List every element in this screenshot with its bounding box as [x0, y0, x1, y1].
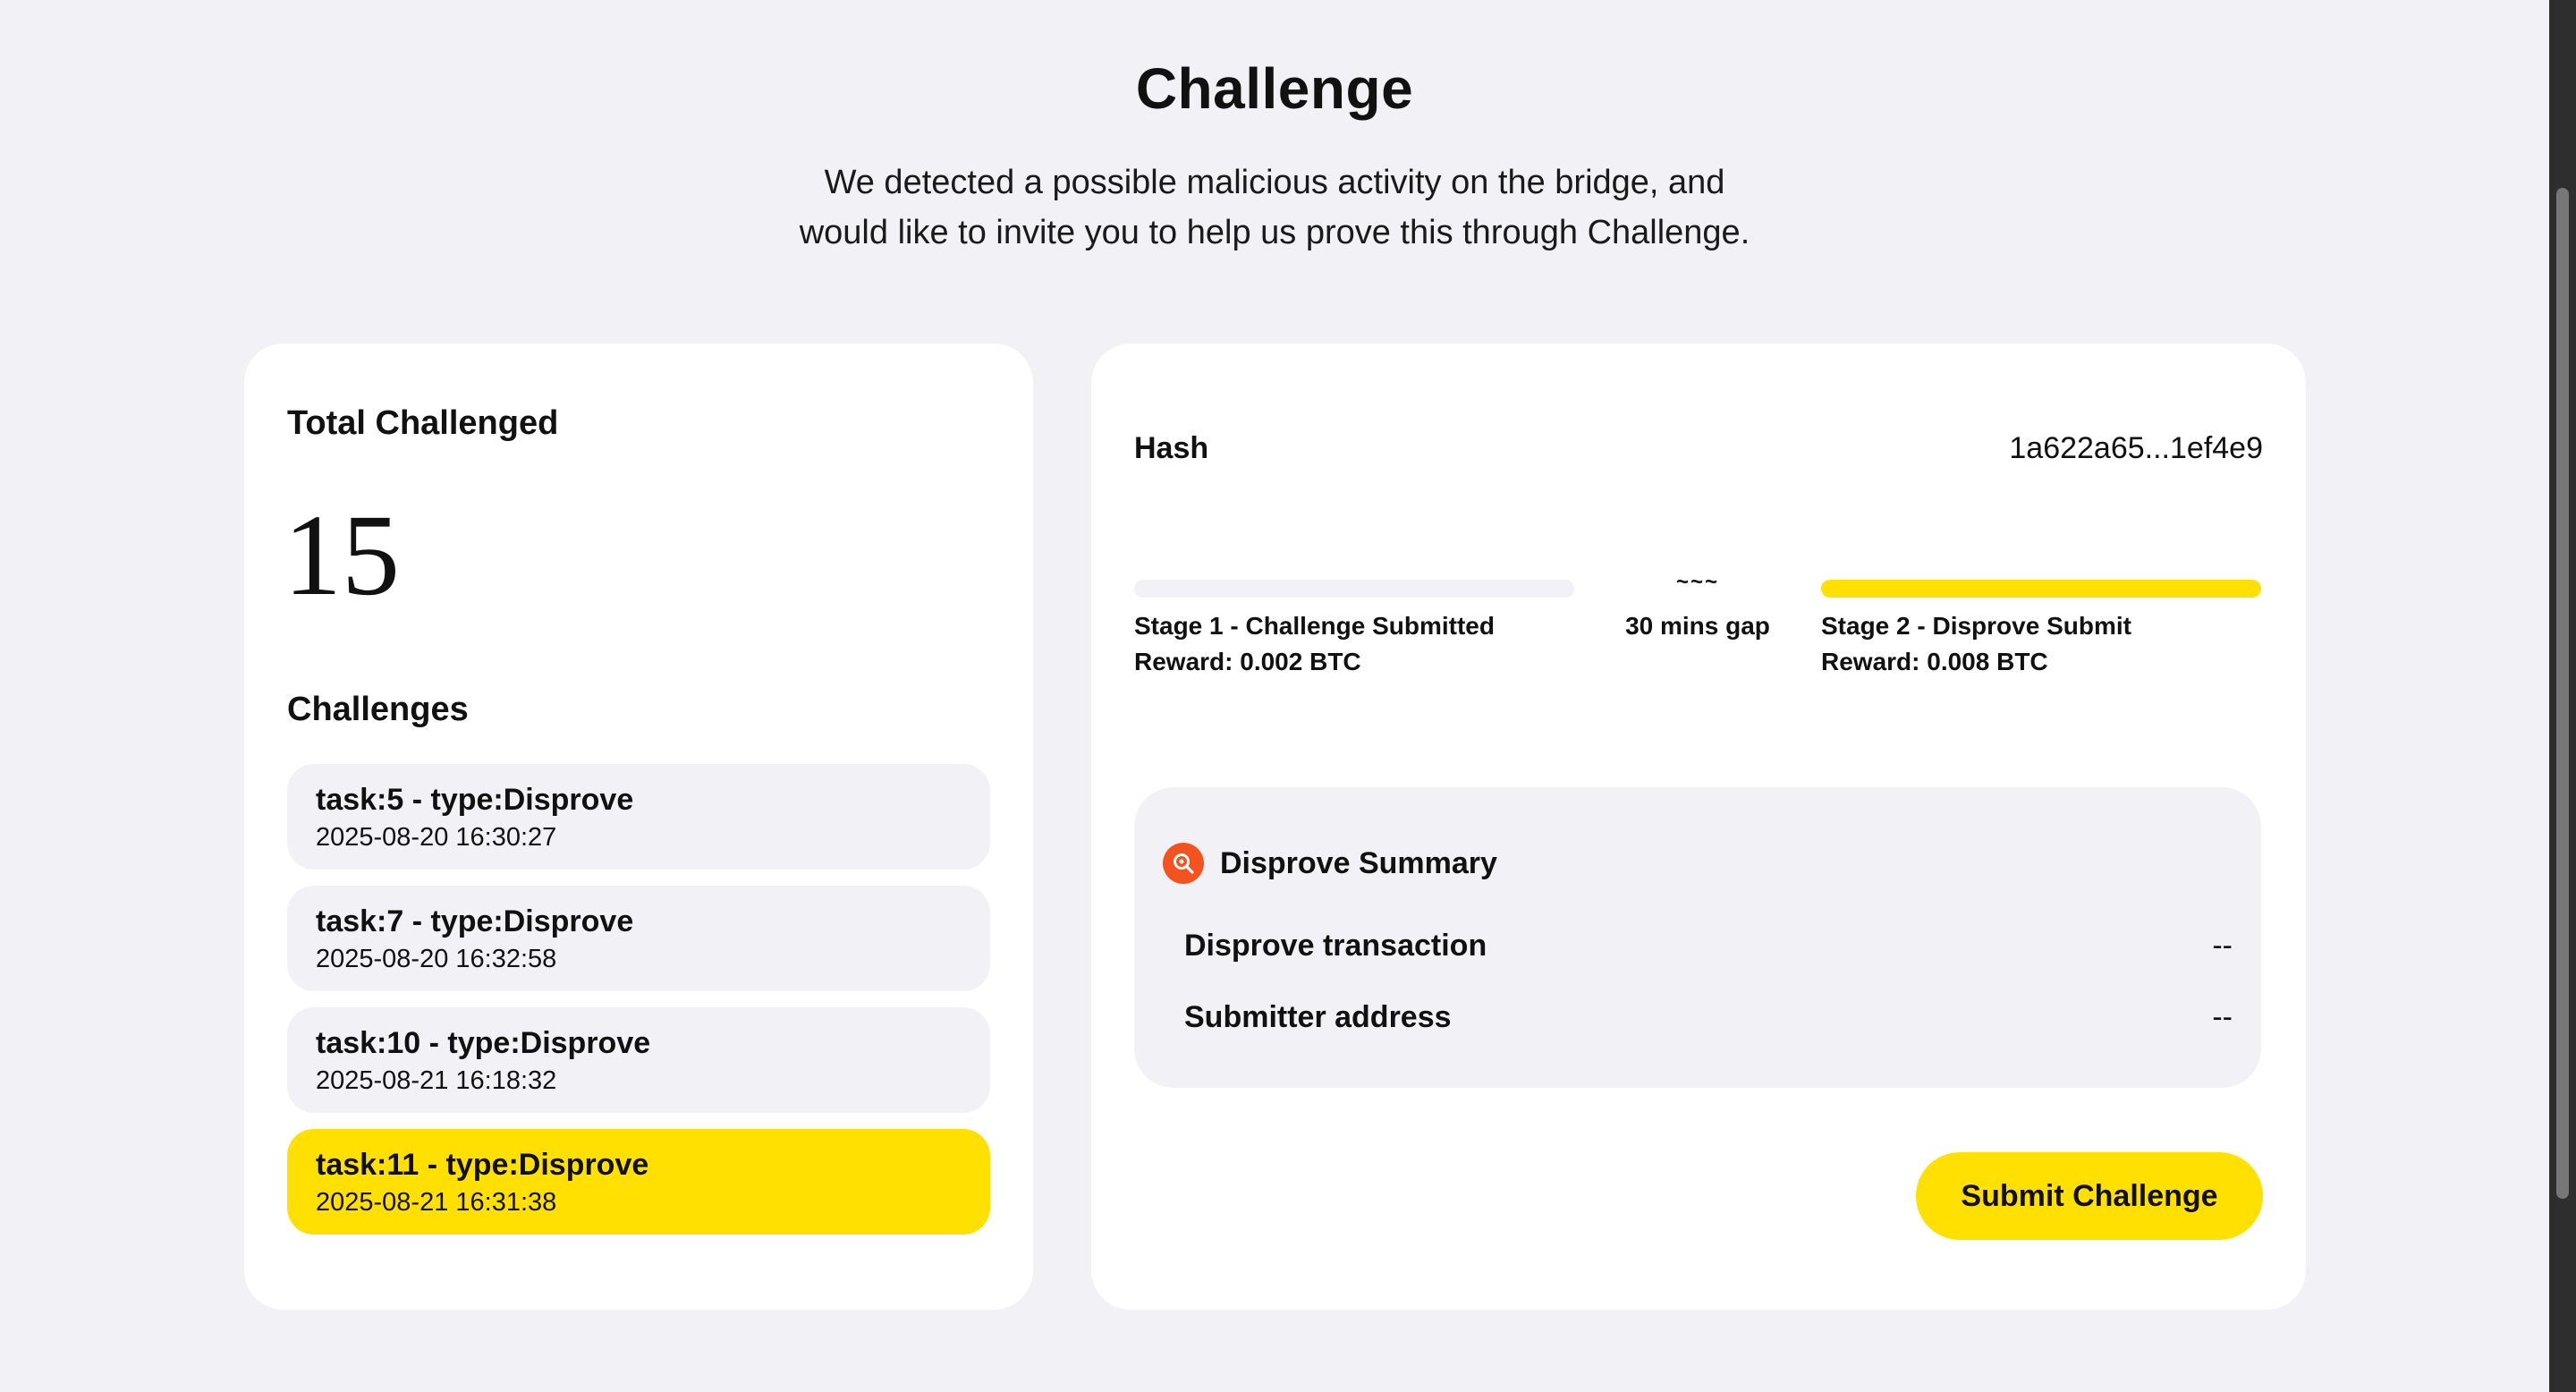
disprove-summary: Disprove Summary Disprove transaction --…	[1134, 787, 2261, 1088]
challenge-page: Challenge We detected a possible malicio…	[0, 0, 2576, 1392]
disprove-summary-title: Disprove Summary	[1220, 845, 1497, 880]
summary-row-value: --	[2212, 1000, 2233, 1034]
summary-row-submitter-address: Submitter address --	[1184, 1000, 2233, 1035]
page-subtitle: We detected a possible malicious activit…	[738, 157, 1811, 258]
stage-1-progress-bar	[1134, 580, 1574, 598]
summary-row-value: --	[2212, 929, 2233, 963]
stage-2-progress-bar	[1821, 580, 2261, 598]
subtitle-line-2: would like to invite you to help us prov…	[799, 214, 1750, 251]
challenge-item[interactable]: task:7 - type:Disprove 2025-08-20 16:32:…	[287, 886, 990, 991]
hash-label: Hash	[1134, 431, 1209, 465]
disprove-summary-header: Disprove Summary	[1163, 843, 1497, 884]
stage-2-info: Stage 2 - Disprove Submit Reward: 0.008 …	[1821, 608, 2131, 680]
summary-row-label: Disprove transaction	[1184, 929, 1487, 963]
challenge-item[interactable]: task:10 - type:Disprove 2025-08-21 16:18…	[287, 1007, 990, 1113]
stage-1-info: Stage 1 - Challenge Submitted Reward: 0.…	[1134, 608, 1495, 680]
summary-row-label: Submitter address	[1184, 1000, 1452, 1034]
stage-2-reward: Reward: 0.008 BTC	[1821, 648, 2048, 675]
challenge-item-title: task:11 - type:Disprove	[316, 1148, 649, 1182]
scrollbar-thumb[interactable]	[2556, 188, 2569, 1199]
challenge-item[interactable]: task:5 - type:Disprove 2025-08-20 16:30:…	[287, 764, 990, 870]
page-title: Challenge	[1135, 56, 1414, 121]
challenge-item-selected[interactable]: task:11 - type:Disprove 2025-08-21 16:31…	[287, 1129, 990, 1235]
search-icon	[1163, 843, 1204, 884]
challenges-card: Total Challenged 15 Challenges task:5 - …	[244, 344, 1033, 1310]
wave-icon: ~~~	[1675, 570, 1720, 594]
challenge-item-date: 2025-08-20 16:32:58	[316, 945, 557, 973]
total-challenged-count: 15	[284, 491, 400, 620]
summary-row-disprove-transaction: Disprove transaction --	[1184, 929, 2233, 963]
subtitle-line-1: We detected a possible malicious activit…	[824, 164, 1725, 201]
challenge-item-title: task:5 - type:Disprove	[316, 783, 634, 817]
stage-1-title: Stage 1 - Challenge Submitted	[1134, 612, 1495, 640]
submit-challenge-button[interactable]: Submit Challenge	[1916, 1152, 2263, 1240]
stage-1-reward: Reward: 0.002 BTC	[1134, 648, 1361, 675]
stage-gap-text: 30 mins gap	[1625, 612, 1770, 640]
challenge-item-date: 2025-08-21 16:18:32	[316, 1066, 557, 1095]
challenge-item-title: task:10 - type:Disprove	[316, 1026, 651, 1060]
challenge-detail-card: Hash 1a622a65...1ef4e9 Stage 1 - Challen…	[1091, 344, 2306, 1310]
scrollbar[interactable]	[2549, 0, 2576, 1392]
challenges-heading: Challenges	[287, 691, 469, 728]
stage-2-title: Stage 2 - Disprove Submit	[1821, 612, 2131, 640]
stage-gap: ~~~ 30 mins gap	[1592, 567, 1803, 644]
hash-value: 1a622a65...1ef4e9	[2009, 431, 2263, 465]
challenge-item-title: task:7 - type:Disprove	[316, 904, 634, 938]
total-challenged-label: Total Challenged	[287, 404, 559, 442]
challenge-item-date: 2025-08-20 16:30:27	[316, 823, 557, 852]
challenge-item-date: 2025-08-21 16:31:38	[316, 1188, 557, 1217]
challenge-list: task:5 - type:Disprove 2025-08-20 16:30:…	[287, 764, 990, 1251]
